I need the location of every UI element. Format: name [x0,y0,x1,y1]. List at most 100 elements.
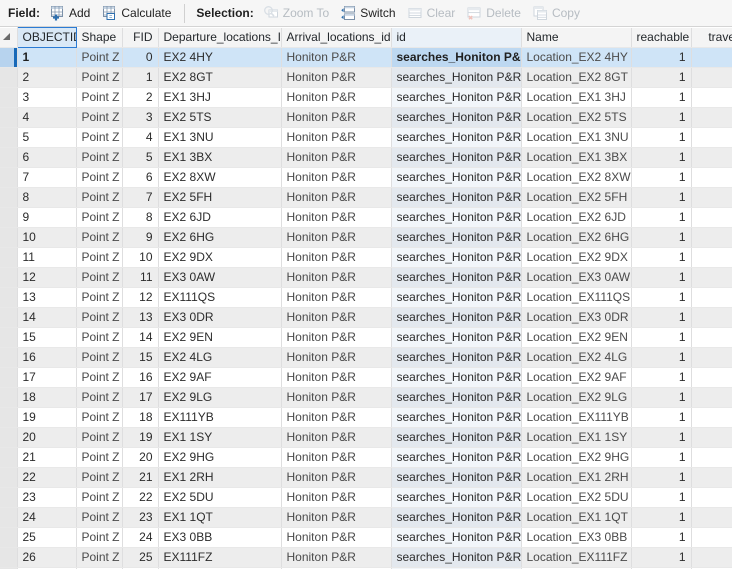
cell-objectid[interactable]: 7 [17,167,77,188]
cell-departure_locations_id[interactable]: EX111FZ [158,547,282,568]
cell-fid[interactable]: 4 [122,127,159,148]
cell-shape[interactable]: Point Z [76,227,123,248]
cell-name[interactable]: Location_EX2 9LG [521,387,632,408]
table-row[interactable]: 22 Point Z 21 EX1 2RH Honiton P&R searches_Ho… [0,467,732,488]
cell-fid[interactable]: 24 [122,527,159,548]
cell-departure_locations_id[interactable]: EX2 9LG [158,387,282,408]
cell-shape[interactable]: Point Z [76,367,123,388]
cell-id[interactable]: searches_Honiton P&R_0 [391,407,522,428]
cell-reachable[interactable]: 1 [631,87,692,108]
cell-travel_time[interactable]: 1282 [691,107,732,128]
table-row[interactable]: 24 Point Z 23 EX1 1QT Honiton P&R searches_Ho… [0,507,732,528]
cell-departure_locations_id[interactable]: EX1 1QT [158,507,282,528]
table-row[interactable]: 14 Point Z 13 EX3 0DR Honiton P&R searches_Ho… [0,307,732,328]
cell-id[interactable]: searches_Honiton P&R_0 [391,547,522,568]
cell-reachable[interactable]: 1 [631,107,692,128]
cell-reachable[interactable]: 1 [631,247,692,268]
cell-shape[interactable]: Point Z [76,527,123,548]
table-row[interactable]: 2 Point Z 1 EX2 8GT Honiton P&R searches_Honi… [0,67,732,88]
cell-reachable[interactable]: 1 [631,147,692,168]
cell-fid[interactable]: 2 [122,87,159,108]
cell-fid[interactable]: 19 [122,427,159,448]
cell-departure_locations_id[interactable]: EX3 0BB [158,527,282,548]
row-selector[interactable] [0,307,18,328]
cell-name[interactable]: Location_EX2 4HY [521,47,632,68]
cell-name[interactable]: Location_EX2 8XW [521,167,632,188]
cell-shape[interactable]: Point Z [76,107,123,128]
row-selector[interactable] [0,507,18,528]
cell-reachable[interactable]: 1 [631,127,692,148]
cell-reachable[interactable]: 1 [631,487,692,508]
row-selector[interactable] [0,47,18,68]
cell-reachable[interactable]: 1 [631,307,692,328]
table-row[interactable]: 26 Point Z 25 EX111FZ Honiton P&R searches_Ho… [0,547,732,568]
table-row[interactable]: 19 Point Z 18 EX111YB Honiton P&R searches_Ho… [0,407,732,428]
table-row[interactable]: 8 Point Z 7 EX2 5FH Honiton P&R searches_Honi… [0,187,732,208]
cell-fid[interactable]: 7 [122,187,159,208]
row-selector[interactable] [0,407,18,428]
cell-name[interactable]: Location_EX3 0BB [521,527,632,548]
cell-reachable[interactable]: 1 [631,527,692,548]
table-row[interactable]: 23 Point Z 22 EX2 5DU Honiton P&R searches_Ho… [0,487,732,508]
row-selector[interactable] [0,147,18,168]
cell-arrival_locations_id[interactable]: Honiton P&R [281,167,392,188]
cell-name[interactable]: Location_EX2 5DU [521,487,632,508]
cell-name[interactable]: Location_EX111QS [521,287,632,308]
cell-shape[interactable]: Point Z [76,347,123,368]
cell-shape[interactable]: Point Z [76,407,123,428]
cell-fid[interactable]: 5 [122,147,159,168]
cell-reachable[interactable]: 1 [631,547,692,568]
cell-departure_locations_id[interactable]: EX111YB [158,407,282,428]
cell-name[interactable]: Location_EX2 4LG [521,347,632,368]
cell-arrival_locations_id[interactable]: Honiton P&R [281,67,392,88]
table-row[interactable]: 21 Point Z 20 EX2 9HG Honiton P&R searches_Ho… [0,447,732,468]
cell-arrival_locations_id[interactable]: Honiton P&R [281,507,392,528]
cell-objectid[interactable]: 3 [17,87,77,108]
cell-objectid[interactable]: 15 [17,327,77,348]
cell-shape[interactable]: Point Z [76,507,123,528]
cell-reachable[interactable]: 1 [631,367,692,388]
cell-fid[interactable]: 1 [122,67,159,88]
cell-arrival_locations_id[interactable]: Honiton P&R [281,387,392,408]
cell-name[interactable]: Location_EX2 8GT [521,67,632,88]
cell-travel_time[interactable]: 2370 [691,327,732,348]
table-row[interactable]: 16 Point Z 15 EX2 4LG Honiton P&R searches_Ho… [0,347,732,368]
cell-id[interactable]: searches_Honiton P&R_0 [391,267,522,288]
cell-shape[interactable]: Point Z [76,307,123,328]
cell-shape[interactable]: Point Z [76,67,123,88]
cell-name[interactable]: Location_EX2 6JD [521,207,632,228]
cell-objectid[interactable]: 19 [17,407,77,428]
cell-travel_time[interactable]: 1016 [691,427,732,448]
cell-id[interactable]: searches_Honiton P&R_0 [391,427,522,448]
cell-objectid[interactable]: 10 [17,227,77,248]
cell-id[interactable]: searches_Honiton P&R_0 [391,447,522,468]
cell-id[interactable]: searches_Honiton P&R_0 [391,227,522,248]
row-selector[interactable] [0,387,18,408]
switch-button[interactable]: Switch [337,2,401,25]
cell-name[interactable]: Location_EX111FZ [521,547,632,568]
cell-travel_time[interactable]: 1481 [691,127,732,148]
cell-reachable[interactable]: 1 [631,47,692,68]
cell-travel_time[interactable]: 2480 [691,247,732,268]
row-selector[interactable] [0,87,18,108]
cell-objectid[interactable]: 9 [17,207,77,228]
cell-id[interactable]: searches_Honiton P&R_0 [391,247,522,268]
cell-fid[interactable]: 17 [122,387,159,408]
cell-name[interactable]: Location_EX1 3BX [521,147,632,168]
cell-travel_time[interactable]: 715 [691,147,732,168]
cell-shape[interactable]: Point Z [76,467,123,488]
cell-shape[interactable]: Point Z [76,327,123,348]
cell-travel_time[interactable]: 2629 [691,527,732,548]
cell-name[interactable]: Location_EX2 5FH [521,187,632,208]
cell-departure_locations_id[interactable]: EX3 0DR [158,307,282,328]
cell-shape[interactable]: Point Z [76,427,123,448]
table-row[interactable]: 18 Point Z 17 EX2 9LG Honiton P&R searches_Ho… [0,387,732,408]
table-row[interactable]: 17 Point Z 16 EX2 9AF Honiton P&R searches_Ho… [0,367,732,388]
cell-travel_time[interactable]: 1206 [691,87,732,108]
row-selector[interactable] [0,107,18,128]
attribute-table-grid[interactable]: OBJECTID Shape FID Departure_locations_ID Ar… [0,27,732,569]
cell-fid[interactable]: 22 [122,487,159,508]
cell-id[interactable]: searches_Honiton P&R_0 [391,47,522,68]
cell-arrival_locations_id[interactable]: Honiton P&R [281,487,392,508]
cell-departure_locations_id[interactable]: EX2 9HG [158,447,282,468]
